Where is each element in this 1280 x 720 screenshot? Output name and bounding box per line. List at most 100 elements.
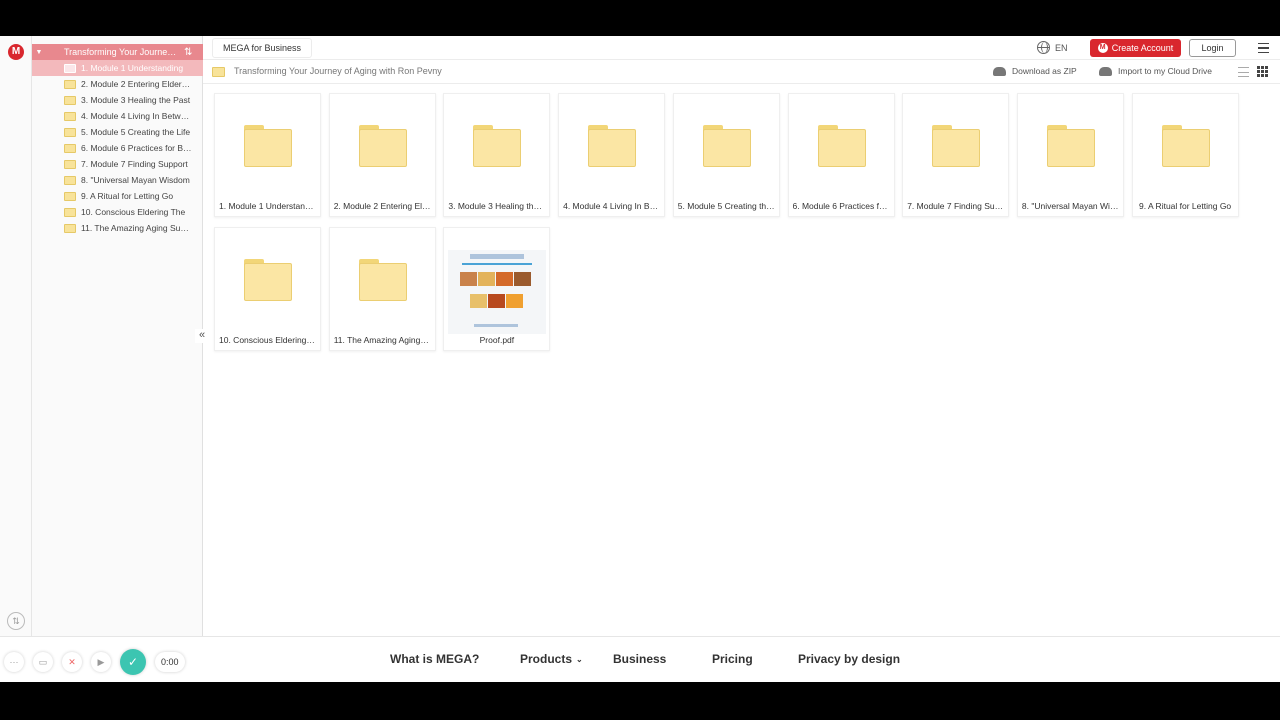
folder-icon bbox=[244, 259, 292, 301]
folder-icon bbox=[358, 125, 407, 167]
folder-tile-label: 10. Conscious Eldering The bbox=[219, 335, 316, 345]
download-zip-button[interactable]: Download as ZIP bbox=[993, 66, 1077, 76]
finish-recording-icon[interactable]: ✓ bbox=[120, 649, 146, 675]
language-label: EN bbox=[1055, 42, 1068, 53]
folder-icon bbox=[64, 111, 76, 121]
folder-tile-label: 7. Module 7 Finding Support bbox=[907, 201, 1005, 211]
tree-item-label: 6. Module 6 Practices for Becoming bbox=[81, 143, 193, 153]
folder-tile[interactable]: 7. Module 7 Finding Support bbox=[902, 93, 1010, 217]
tree-item-label: 5. Module 5 Creating the Life bbox=[81, 127, 191, 137]
create-account-button[interactable]: M Create Account bbox=[1090, 39, 1181, 57]
folder-tile[interactable]: 10. Conscious Eldering The bbox=[214, 227, 321, 351]
tree-item[interactable]: 6. Module 6 Practices for Becoming bbox=[32, 140, 203, 156]
login-button[interactable]: Login bbox=[1189, 39, 1236, 57]
tree-item[interactable]: 9. A Ritual for Letting Go bbox=[32, 188, 203, 204]
folder-icon bbox=[64, 159, 76, 169]
tree-item[interactable]: 5. Module 5 Creating the Life bbox=[32, 124, 203, 140]
tree-item[interactable]: 3. Module 3 Healing the Past bbox=[32, 92, 203, 108]
expand-arrow-icon[interactable]: ▼ bbox=[32, 49, 46, 56]
play-pause-icon[interactable]: ▶ bbox=[91, 652, 111, 672]
tree-item[interactable]: 10. Conscious Eldering The bbox=[32, 204, 203, 220]
pricing-link[interactable]: Pricing bbox=[712, 652, 753, 666]
folder-tile-label: 3. Module 3 Healing the Past bbox=[448, 201, 545, 211]
folder-tile-label: 2. Module 2 Entering Elderhood bbox=[333, 201, 431, 211]
collapse-sidebar-button[interactable]: « bbox=[195, 329, 209, 343]
hamburger-menu-icon[interactable] bbox=[1258, 43, 1269, 53]
folder-icon bbox=[64, 143, 76, 153]
tree-item[interactable]: 7. Module 7 Finding Support bbox=[32, 156, 203, 172]
folder-icon bbox=[588, 125, 637, 167]
tree-root-item[interactable]: ▼ Transforming Your Journey of Aging wit… bbox=[32, 44, 203, 60]
tree-item[interactable]: 4. Module 4 Living In Between bbox=[32, 108, 203, 124]
folder-tile[interactable]: 8. "Universal Mayan Wisdom bbox=[1016, 93, 1124, 217]
folder-tile[interactable]: 3. Module 3 Healing the Past bbox=[443, 93, 551, 217]
folder-tile[interactable]: 9. A Ritual for Letting Go bbox=[1131, 93, 1239, 217]
tree-item-label: 11. The Amazing Aging Summit bbox=[81, 223, 193, 233]
products-menu[interactable]: Products ⌄ bbox=[520, 652, 583, 666]
recording-time: 0:00 bbox=[155, 652, 185, 672]
transfer-icon[interactable]: ⇅ bbox=[7, 612, 25, 630]
folder-tile-label: 5. Module 5 Creating the Life bbox=[677, 201, 775, 211]
language-selector[interactable]: EN bbox=[1037, 41, 1068, 54]
folder-tile[interactable]: 6. Module 6 Practices for Becoming bbox=[787, 93, 895, 217]
pdf-file-label: Proof.pdf bbox=[479, 335, 515, 345]
import-cloud-button[interactable]: Import to my Cloud Drive bbox=[1099, 66, 1212, 76]
top-bar: MEGA for Business EN M Create Account Lo… bbox=[203, 36, 1280, 60]
folder-tile[interactable]: 5. Module 5 Creating the Life bbox=[672, 93, 780, 217]
folder-icon bbox=[473, 125, 522, 167]
folder-icon bbox=[1161, 125, 1210, 167]
folder-tile[interactable]: 4. Module 4 Living In Between bbox=[558, 93, 666, 217]
folder-tile-label: 6. Module 6 Practices for Becoming bbox=[792, 201, 890, 211]
tree-item[interactable]: 2. Module 2 Entering Elderhood bbox=[32, 76, 203, 92]
folder-icon bbox=[932, 125, 981, 167]
folder-tile-label: 8. "Universal Mayan Wisdom bbox=[1021, 201, 1119, 211]
tree-item-label: 3. Module 3 Healing the Past bbox=[81, 95, 191, 105]
screen-recorder-controls: ··· ▭ ✕ ▶ ✓ 0:00 bbox=[4, 649, 185, 675]
folder-icon bbox=[702, 125, 751, 167]
tree-item-label: 10. Conscious Eldering The bbox=[81, 207, 186, 217]
tree-item-label: 8. "Universal Mayan Wisdom bbox=[81, 175, 190, 185]
list-view-icon[interactable] bbox=[1238, 67, 1249, 77]
pdf-thumbnail-icon bbox=[448, 250, 547, 334]
tree-root-label: Transforming Your Journey of Aging with … bbox=[64, 47, 180, 57]
folder-icon bbox=[358, 259, 407, 301]
folder-tile[interactable]: 1. Module 1 Understanding bbox=[214, 93, 321, 217]
sort-icon[interactable]: ⇅ bbox=[184, 47, 192, 58]
tree-item[interactable]: 1. Module 1 Understanding bbox=[32, 60, 203, 76]
folder-icon bbox=[64, 207, 76, 217]
folder-tile-label: 11. The Amazing Aging Summit bbox=[333, 335, 431, 345]
more-icon[interactable]: ··· bbox=[4, 652, 24, 672]
chevron-down-icon: ⌄ bbox=[576, 654, 583, 664]
globe-icon bbox=[1037, 41, 1050, 54]
folder-icon bbox=[64, 79, 76, 89]
tree-item[interactable]: 11. The Amazing Aging Summit bbox=[32, 220, 203, 236]
camera-icon[interactable]: ▭ bbox=[33, 652, 53, 672]
folder-icon bbox=[244, 125, 292, 167]
cancel-recording-icon[interactable]: ✕ bbox=[62, 652, 82, 672]
folder-icon bbox=[64, 95, 76, 105]
folder-tile-label: 4. Module 4 Living In Between bbox=[563, 201, 660, 211]
business-link[interactable]: Business bbox=[613, 652, 666, 666]
mega-logo-icon[interactable]: M bbox=[8, 44, 24, 60]
products-label: Products bbox=[520, 652, 573, 666]
tree-item[interactable]: 8. "Universal Mayan Wisdom bbox=[32, 172, 203, 188]
breadcrumb-path[interactable]: Transforming Your Journey of Aging with … bbox=[234, 66, 442, 76]
download-zip-label: Download as ZIP bbox=[1012, 66, 1077, 76]
import-cloud-label: Import to my Cloud Drive bbox=[1118, 66, 1212, 76]
folder-tile[interactable]: 2. Module 2 Entering Elderhood bbox=[328, 93, 436, 217]
grid-view-icon[interactable] bbox=[1257, 66, 1268, 77]
folder-tile-label: 9. A Ritual for Letting Go bbox=[1139, 201, 1232, 211]
cloud-download-icon bbox=[993, 66, 1006, 76]
what-is-mega-link[interactable]: What is MEGA? bbox=[390, 652, 479, 666]
footer-nav: ··· ▭ ✕ ▶ ✓ 0:00 What is MEGA? Products … bbox=[0, 636, 1280, 682]
folder-icon bbox=[1046, 125, 1095, 167]
tree-item-label: 7. Module 7 Finding Support bbox=[81, 159, 188, 169]
tree-item-label: 9. A Ritual for Letting Go bbox=[81, 191, 174, 201]
folder-tile[interactable]: 11. The Amazing Aging Summit bbox=[328, 227, 436, 351]
privacy-by-design-link[interactable]: Privacy by design bbox=[798, 652, 900, 666]
cloud-upload-icon bbox=[1099, 66, 1112, 76]
folder-tree: ▼ Transforming Your Journey of Aging wit… bbox=[32, 36, 203, 636]
mega-for-business-tab[interactable]: MEGA for Business bbox=[212, 38, 313, 58]
pdf-file-tile[interactable]: Proof.pdf bbox=[443, 227, 551, 351]
folder-icon bbox=[64, 175, 76, 185]
